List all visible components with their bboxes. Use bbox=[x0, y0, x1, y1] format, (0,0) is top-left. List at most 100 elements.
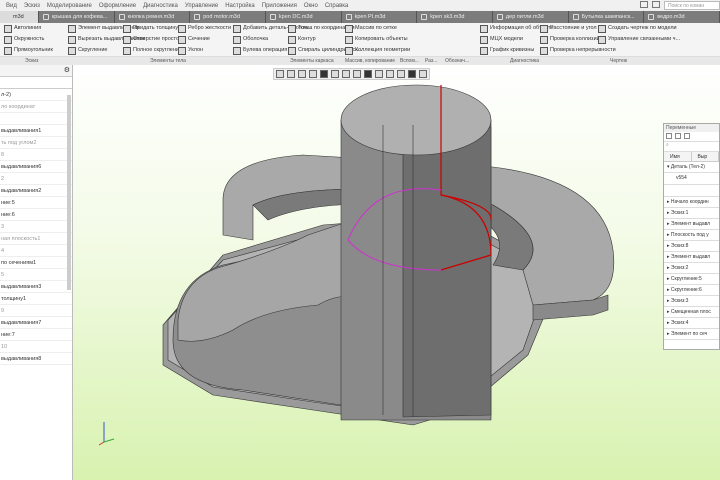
var-tree-item[interactable]: ▸ Эскиз:8 bbox=[664, 241, 719, 252]
command-search-input[interactable]: Поиск по коман bbox=[664, 1, 720, 10]
ribbon-button-copy[interactable]: Массив по сетке bbox=[345, 25, 397, 33]
document-tab[interactable]: m3d bbox=[0, 11, 39, 23]
edit-icon[interactable] bbox=[675, 133, 681, 139]
tree-search[interactable] bbox=[0, 77, 72, 89]
menu-item[interactable]: Оформление bbox=[99, 3, 136, 9]
var-tree-item[interactable]: ▸ Эскиз:1 bbox=[664, 208, 719, 219]
ribbon-button-drawing[interactable]: Управление связанными ч... bbox=[598, 36, 680, 44]
ribbon-button-body[interactable]: Скругление bbox=[68, 47, 107, 55]
document-tab[interactable]: дер питли.m3d bbox=[492, 11, 569, 23]
menu-item[interactable]: Управление bbox=[185, 3, 218, 9]
ribbon-button-sketch[interactable]: Автолиния bbox=[4, 25, 41, 33]
var-tree-item[interactable]: ▸ Эскиз:2 bbox=[664, 263, 719, 274]
document-tab[interactable]: pod motor.m3d bbox=[190, 11, 266, 23]
ribbon-button-body[interactable]: Сечение bbox=[178, 36, 210, 44]
ribbon-button-drawing[interactable]: Создать чертеж по модели bbox=[598, 25, 677, 33]
var-tree-item[interactable]: ▸ Элемент выдавл bbox=[664, 252, 719, 263]
3d-model[interactable] bbox=[73, 65, 720, 480]
menu-item[interactable]: Моделирование bbox=[47, 3, 92, 9]
ribbon-button-body[interactable]: Булева операция bbox=[233, 47, 287, 55]
variables-search[interactable]: ⌕ bbox=[664, 142, 719, 152]
document-tab[interactable]: Бутылка шампанск... bbox=[568, 11, 645, 23]
menu-item[interactable]: Диагностика bbox=[143, 3, 178, 9]
document-tab[interactable]: крышка для кофева... bbox=[38, 11, 115, 23]
ribbon-button-body[interactable]: Придать толщину bbox=[123, 25, 178, 33]
ribbon-button-diag[interactable]: Проверка коллизий bbox=[540, 36, 600, 44]
document-tab[interactable]: kpen sk3.m3d bbox=[417, 11, 493, 23]
group-label: Диагностика bbox=[510, 58, 539, 64]
tree-item[interactable]: по сечениям1 bbox=[0, 257, 72, 269]
layout-icon[interactable] bbox=[652, 1, 660, 8]
tab-label: kpen sk3.m3d bbox=[430, 14, 465, 20]
var-tree-item[interactable]: ▸ Эскиз:3 bbox=[664, 296, 719, 307]
tree-item[interactable]: ние:7 bbox=[0, 329, 72, 341]
tree-item[interactable]: ние:6 bbox=[0, 209, 72, 221]
panel-icon[interactable] bbox=[640, 1, 648, 8]
tree-item[interactable]: ние:5 bbox=[0, 197, 72, 209]
var-row[interactable]: v554 bbox=[664, 173, 719, 185]
tree-item[interactable]: выдавливания3 bbox=[0, 281, 72, 293]
tree-item[interactable]: 4 bbox=[0, 245, 72, 257]
var-tree-item[interactable]: ▸ Элемент выдавл bbox=[664, 219, 719, 230]
tree-item[interactable] bbox=[0, 113, 72, 125]
menu-item[interactable]: Окно bbox=[304, 3, 318, 9]
menu-item[interactable]: Справка bbox=[325, 3, 349, 9]
tree-item[interactable]: 3 bbox=[0, 221, 72, 233]
menu-item[interactable]: Настройка bbox=[225, 3, 255, 9]
ribbon-button-body[interactable]: Уклон bbox=[178, 47, 203, 55]
var-tree-item[interactable]: ▸ Смещенная плос bbox=[664, 307, 719, 318]
menu-item[interactable]: Приложения bbox=[262, 3, 297, 9]
tree-item[interactable]: л-2) bbox=[0, 89, 72, 101]
ribbon-button-diag[interactable]: Расстояние и угол bbox=[540, 25, 597, 33]
var-tree-item[interactable]: ▸ Скругление:6 bbox=[664, 285, 719, 296]
tree-item[interactable]: 9 bbox=[0, 305, 72, 317]
ribbon-button-body[interactable]: Отверстие простое bbox=[123, 36, 182, 44]
ribbon-button-body[interactable]: Ребро жесткости bbox=[178, 25, 231, 33]
var-tree-item[interactable]: ▸ Скругление:5 bbox=[664, 274, 719, 285]
document-tab[interactable]: кнопка ремня.m3d bbox=[114, 11, 191, 23]
add-icon[interactable] bbox=[666, 133, 672, 139]
menu-item[interactable]: Вид bbox=[6, 3, 17, 9]
ribbon-button-sketch[interactable]: Окружность bbox=[4, 36, 44, 44]
3d-viewport[interactable] bbox=[73, 65, 720, 480]
ribbon-label: Придать толщину bbox=[133, 25, 179, 32]
ribbon-button-diag[interactable]: Проверка непрерывности bbox=[540, 47, 616, 55]
ribbon-button-copy[interactable]: Копировать объекты bbox=[345, 36, 408, 44]
tree-item[interactable]: 5 bbox=[0, 269, 72, 281]
gear-icon[interactable]: ⚙ bbox=[64, 66, 70, 74]
var-row-empty[interactable] bbox=[664, 185, 719, 197]
ribbon-button-sketch[interactable]: Прямоугольник bbox=[4, 47, 53, 55]
ribbon-button-body[interactable]: Полное скругление bbox=[123, 47, 182, 55]
var-tree-item[interactable]: ▸ Элемент по сеч bbox=[664, 329, 719, 340]
col-expr[interactable]: Выр bbox=[692, 152, 719, 161]
tree-item[interactable]: ть под углом2 bbox=[0, 137, 72, 149]
tree-item[interactable]: 10 bbox=[0, 341, 72, 353]
tree-item[interactable]: выдавливания2 bbox=[0, 185, 72, 197]
var-tree-item[interactable]: ▸ Начало координ bbox=[664, 197, 719, 208]
tree-item[interactable]: 2 bbox=[0, 173, 72, 185]
tree-item[interactable]: выдавливания8 bbox=[0, 353, 72, 365]
var-part[interactable]: ▾ Деталь (Тел-2) bbox=[664, 162, 719, 173]
tree-item[interactable]: 8 bbox=[0, 149, 72, 161]
document-tab[interactable]: ведро.m3d bbox=[644, 11, 720, 23]
tree-scrollbar[interactable] bbox=[67, 95, 71, 290]
group-label: Чертеж bbox=[610, 58, 628, 64]
var-tree-item[interactable]: ▸ Эскиз:4 bbox=[664, 318, 719, 329]
tree-item[interactable]: выдавливания1 bbox=[0, 125, 72, 137]
table-icon[interactable] bbox=[684, 133, 690, 139]
tree-item[interactable]: ная плоскость1 bbox=[0, 233, 72, 245]
ribbon-button-copy[interactable]: Коллекция геометрии bbox=[345, 47, 410, 55]
ribbon-button-diag[interactable]: График кривизны bbox=[480, 47, 534, 55]
menu-item[interactable]: Эскиз bbox=[24, 3, 40, 9]
tree-item[interactable]: ло координат bbox=[0, 101, 72, 113]
document-tab[interactable]: kpen PI.m3d bbox=[341, 11, 418, 23]
tree-item[interactable]: толщину1 bbox=[0, 293, 72, 305]
var-tree-item[interactable]: ▸ Плоскость под у bbox=[664, 230, 719, 241]
ribbon-button-diag[interactable]: МЦХ модели bbox=[480, 36, 523, 44]
col-name[interactable]: Имя bbox=[664, 152, 692, 161]
ribbon-button-frame[interactable]: Контур bbox=[288, 36, 316, 44]
tree-item[interactable]: выдавливания7 bbox=[0, 317, 72, 329]
tree-item[interactable]: выдавливания6 bbox=[0, 161, 72, 173]
ribbon-button-body[interactable]: Оболочка bbox=[233, 36, 268, 44]
document-tab[interactable]: kpen DC.m3d bbox=[265, 11, 342, 23]
